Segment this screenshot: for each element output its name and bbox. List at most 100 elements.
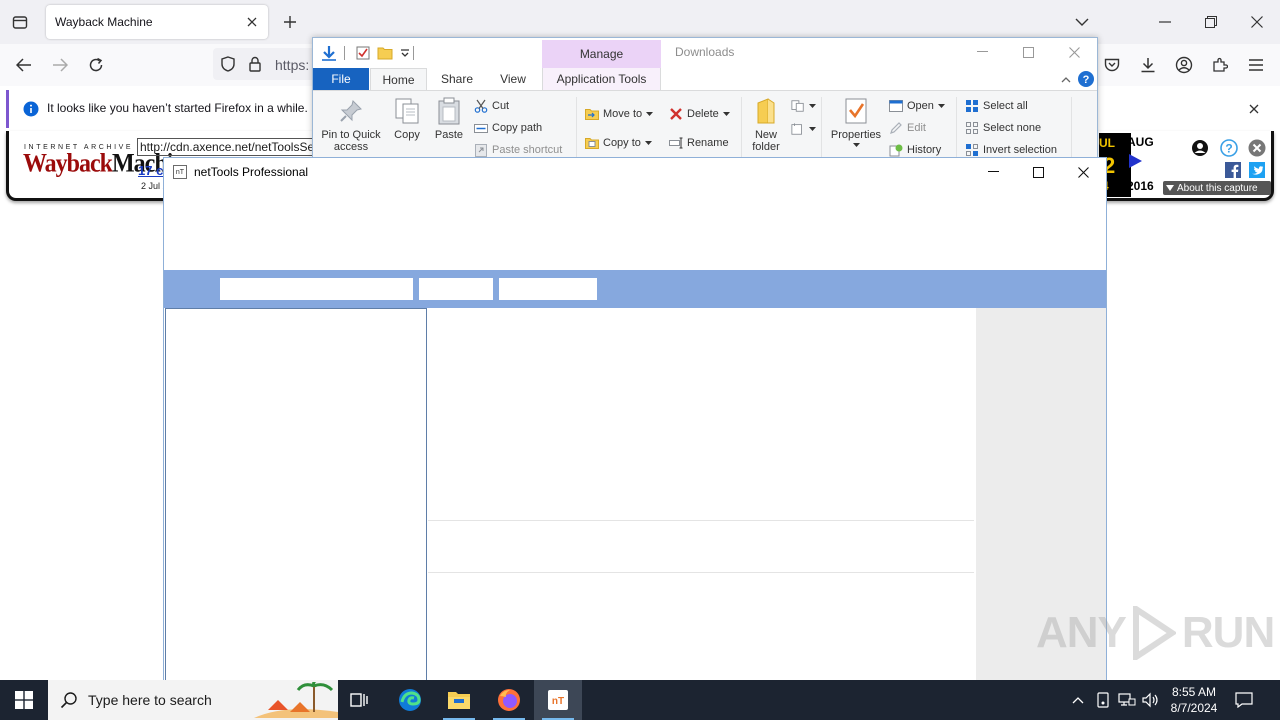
copy-path-button[interactable]: Copy path — [474, 121, 542, 135]
lock-icon[interactable] — [249, 56, 261, 75]
file-explorer-icon[interactable] — [435, 680, 483, 720]
tab-view[interactable]: View — [487, 68, 539, 90]
maximize-icon[interactable] — [1005, 38, 1051, 66]
close-icon[interactable] — [1248, 139, 1266, 157]
nettools-left-panel[interactable] — [165, 308, 427, 681]
account-icon[interactable] — [1171, 52, 1197, 78]
user-account-icon[interactable] — [1191, 139, 1209, 157]
downloads-icon[interactable] — [1135, 52, 1161, 78]
nettools-toolbar-button[interactable] — [419, 278, 493, 300]
help-icon[interactable]: ? — [1220, 139, 1238, 157]
device-icon[interactable] — [1093, 690, 1113, 710]
clipboard-icon — [434, 95, 464, 127]
play-triangle-icon — [1132, 606, 1176, 660]
new-folder-icon[interactable] — [375, 43, 395, 63]
firefox-view-icon[interactable] — [8, 10, 32, 34]
paste-button[interactable]: Paste — [431, 95, 467, 141]
new-folder-button[interactable]: New folder — [747, 95, 785, 153]
twitter-icon[interactable] — [1248, 161, 1266, 179]
facebook-icon[interactable] — [1224, 161, 1242, 179]
dropdown-caret-icon — [809, 104, 816, 108]
windows-start-icon[interactable] — [0, 680, 48, 720]
tab-share[interactable]: Share — [431, 68, 483, 90]
tab-file[interactable]: File — [313, 68, 369, 90]
dropdown-caret-icon — [646, 112, 654, 116]
firefox-icon[interactable] — [485, 680, 533, 720]
properties-button[interactable]: Properties — [827, 95, 885, 147]
copy-to-button[interactable]: Copy to — [585, 136, 652, 150]
close-window-icon[interactable] — [1051, 38, 1097, 66]
nettools-toolbar-button[interactable] — [499, 278, 597, 300]
nettools-main-panel[interactable] — [428, 308, 976, 681]
nettools-toolbar-band — [164, 270, 1106, 308]
volume-icon[interactable] — [1141, 690, 1161, 710]
close-window-icon[interactable] — [1234, 0, 1280, 44]
new-tab-plus-icon[interactable] — [278, 10, 302, 34]
maximize-icon[interactable] — [1015, 158, 1061, 186]
browser-tab-active[interactable]: Wayback Machine — [46, 5, 268, 39]
invert-selection-button[interactable]: Invert selection — [965, 143, 1057, 157]
close-window-icon[interactable] — [1060, 158, 1106, 186]
copy-to-folder-icon — [585, 136, 599, 150]
tab-application-tools[interactable]: Application Tools — [542, 68, 661, 90]
extensions-icon[interactable] — [1207, 52, 1233, 78]
windows-taskbar: Type here to search nT 8:55 AM 8/7/2024 — [0, 678, 1280, 720]
notification-center-icon[interactable] — [1232, 688, 1256, 712]
nettools-taskbar-icon[interactable]: nT — [534, 680, 582, 720]
shield-icon[interactable] — [221, 56, 235, 75]
quick-access-download-arrow-icon[interactable] — [319, 43, 339, 63]
minimize-icon[interactable] — [959, 38, 1005, 66]
edit-button[interactable]: Edit — [889, 121, 926, 135]
delete-button[interactable]: Delete — [669, 107, 730, 121]
nettools-window-title: netTools Professional — [194, 165, 309, 179]
tab-home[interactable]: Home — [370, 68, 427, 90]
invert-selection-icon — [965, 143, 979, 157]
history-button[interactable]: History — [889, 143, 941, 157]
rename-button[interactable]: Rename — [669, 136, 729, 150]
new-item-button[interactable] — [791, 99, 816, 113]
url-text[interactable]: https: — [275, 57, 309, 73]
about-capture-button[interactable]: About this capture — [1163, 181, 1271, 195]
help-icon[interactable]: ? — [1078, 71, 1094, 87]
reload-icon[interactable] — [83, 52, 109, 78]
restore-icon[interactable] — [1188, 0, 1234, 44]
hamburger-menu-icon[interactable] — [1243, 52, 1269, 78]
next-month-label[interactable]: AUG — [1127, 135, 1154, 149]
properties-check-icon[interactable] — [353, 43, 373, 63]
system-clock[interactable]: 8:55 AM 8/7/2024 — [1164, 684, 1224, 716]
next-capture-arrow-icon[interactable] — [1127, 153, 1145, 171]
select-all-button[interactable]: Select all — [965, 99, 1028, 113]
nettools-toolbar-field[interactable] — [220, 278, 413, 300]
pocket-icon[interactable] — [1099, 52, 1125, 78]
minimize-icon[interactable] — [970, 158, 1016, 186]
open-button[interactable]: Open — [889, 99, 945, 113]
nettools-app-icon[interactable]: nT — [173, 165, 187, 179]
copy-button[interactable]: Copy — [389, 95, 425, 141]
close-icon[interactable] — [242, 12, 262, 32]
tray-overflow-chevron-icon[interactable] — [1068, 690, 1088, 710]
qat-customize-dropdown-icon[interactable] — [395, 43, 415, 63]
paste-shortcut-button[interactable]: Paste shortcut — [474, 143, 562, 157]
easy-access-icon — [791, 122, 805, 136]
easy-access-button[interactable] — [791, 122, 816, 136]
cut-button[interactable]: Cut — [474, 99, 509, 113]
ribbon-group-separator — [1071, 97, 1072, 157]
chevron-down-icon[interactable] — [1070, 10, 1094, 34]
taskbar-search-box[interactable]: Type here to search — [48, 678, 338, 720]
back-arrow-icon[interactable] — [11, 52, 37, 78]
collapse-ribbon-chevron-icon[interactable] — [1058, 71, 1074, 87]
edit-pencil-icon — [889, 121, 903, 135]
select-none-button[interactable]: Select none — [965, 121, 1041, 135]
qat-separator — [413, 46, 414, 60]
minimize-icon[interactable] — [1142, 0, 1188, 44]
forward-arrow-icon[interactable] — [47, 52, 73, 78]
move-to-button[interactable]: Move to — [585, 107, 654, 121]
wayback-url-input[interactable]: http://cdn.axence.net/netToolsSe — [137, 138, 337, 156]
network-icon[interactable] — [1117, 690, 1137, 710]
dropdown-caret-icon — [937, 104, 945, 108]
task-view-icon[interactable] — [336, 680, 384, 720]
edge-browser-icon[interactable] — [386, 680, 434, 720]
pin-icon — [336, 95, 366, 127]
close-icon[interactable] — [1244, 99, 1264, 119]
pin-to-quick-access-button[interactable]: Pin to Quick access — [319, 95, 383, 153]
